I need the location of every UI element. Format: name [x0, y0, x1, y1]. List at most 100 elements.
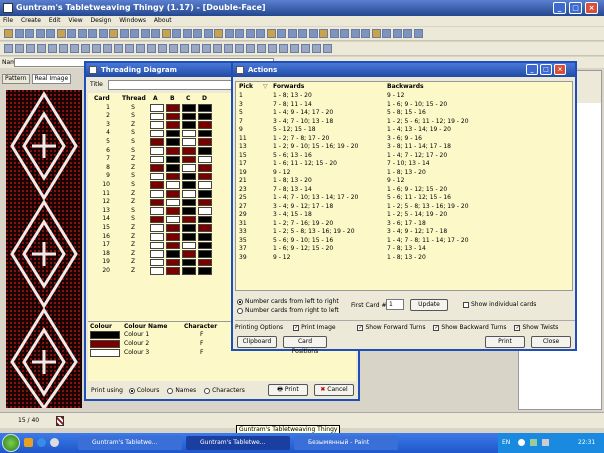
- toolbar-button-icon[interactable]: [56, 29, 66, 38]
- toolbar-button-icon[interactable]: [4, 29, 13, 38]
- thread-direction[interactable]: Z: [128, 224, 138, 233]
- toolbar-button-icon[interactable]: [48, 44, 57, 53]
- show-forward-checkbox[interactable]: ✓ Show Forward Turns: [357, 324, 425, 331]
- actions-close-x-button[interactable]: ×: [554, 64, 566, 75]
- toolbar-button-icon[interactable]: [125, 44, 134, 53]
- toolbar-button-icon[interactable]: [140, 29, 150, 38]
- hole-colour-cell[interactable]: [166, 233, 180, 241]
- hole-colour-cell[interactable]: [150, 121, 164, 129]
- toolbar-button-icon[interactable]: [70, 44, 79, 53]
- hole-colour-cell[interactable]: [198, 181, 212, 190]
- maximize-button[interactable]: □: [569, 2, 582, 14]
- toolbar-button-icon[interactable]: [246, 44, 255, 53]
- thread-direction[interactable]: Z: [128, 241, 138, 250]
- thread-direction[interactable]: Z: [128, 164, 138, 173]
- toolbar-button-icon[interactable]: [25, 29, 34, 38]
- toolbar-button-icon[interactable]: [182, 29, 192, 38]
- menu-design[interactable]: Design: [91, 17, 112, 24]
- hole-colour-cell[interactable]: [150, 181, 164, 190]
- toolbar-button-icon[interactable]: [130, 29, 139, 38]
- hole-colour-cell[interactable]: [166, 112, 180, 121]
- toolbar-button-icon[interactable]: [287, 29, 297, 38]
- toolbar-button-icon[interactable]: [203, 29, 213, 38]
- hole-colour-cell[interactable]: [198, 207, 212, 215]
- radio-names[interactable]: Names: [167, 387, 196, 394]
- toolbar-button-icon[interactable]: [14, 29, 24, 38]
- hole-colour-cell[interactable]: [198, 147, 212, 155]
- hole-colour-cell[interactable]: [198, 190, 212, 198]
- hole-colour-cell[interactable]: [198, 250, 212, 258]
- quicklaunch-browser-icon[interactable]: [37, 438, 46, 447]
- language-indicator[interactable]: EN: [502, 433, 510, 453]
- hole-colour-cell[interactable]: [198, 104, 212, 112]
- hole-colour-cell[interactable]: [166, 147, 180, 155]
- network-icon[interactable]: [530, 439, 537, 446]
- menu-view[interactable]: View: [68, 17, 82, 24]
- hole-colour-cell[interactable]: [150, 138, 164, 147]
- hole-colour-cell[interactable]: [150, 112, 164, 121]
- thread-direction[interactable]: Z: [128, 190, 138, 199]
- colour-swatch[interactable]: [90, 349, 120, 357]
- toolbar-button-icon[interactable]: [350, 29, 360, 38]
- hole-colour-cell[interactable]: [198, 258, 212, 267]
- toolbar-button-icon[interactable]: [329, 29, 339, 38]
- show-backward-checkbox[interactable]: ✓ Show Backward Turns: [433, 324, 507, 331]
- hole-colour-cell[interactable]: [166, 198, 180, 207]
- toolbar-button-icon[interactable]: [382, 29, 391, 38]
- toolbar-button-icon[interactable]: [245, 29, 255, 38]
- threading-print-button[interactable]: 🖶 Print: [268, 384, 308, 396]
- quicklaunch-folder-icon[interactable]: [24, 438, 33, 447]
- hole-colour-cell[interactable]: [150, 190, 164, 198]
- toolbar-button-icon[interactable]: [290, 44, 299, 53]
- toolbar-button-icon[interactable]: [109, 29, 118, 38]
- toolbar-button-icon[interactable]: [161, 29, 171, 38]
- thread-direction[interactable]: S: [128, 147, 138, 156]
- hole-colour-cell[interactable]: [150, 250, 164, 258]
- toolbar-button-icon[interactable]: [403, 29, 412, 38]
- toolbar-button-icon[interactable]: [158, 44, 167, 53]
- hole-colour-cell[interactable]: [150, 233, 164, 241]
- hole-colour-cell[interactable]: [198, 155, 212, 164]
- hole-colour-cell[interactable]: [198, 172, 212, 181]
- thread-direction[interactable]: Z: [128, 233, 138, 242]
- toolbar-button-icon[interactable]: [191, 44, 200, 53]
- thread-direction[interactable]: S: [128, 181, 138, 190]
- menu-create[interactable]: Create: [21, 17, 41, 24]
- hole-colour-cell[interactable]: [182, 267, 196, 275]
- start-button[interactable]: [2, 434, 20, 452]
- hole-colour-cell[interactable]: [182, 207, 196, 215]
- toolbar-button-icon[interactable]: [371, 29, 381, 38]
- hole-colour-cell[interactable]: [166, 121, 180, 129]
- toolbar-button-icon[interactable]: [77, 29, 87, 38]
- update-button[interactable]: Update: [410, 299, 448, 311]
- hole-colour-cell[interactable]: [166, 104, 180, 112]
- toolbar-button-icon[interactable]: [103, 44, 112, 53]
- hole-colour-cell[interactable]: [182, 121, 196, 129]
- toolbar-button-icon[interactable]: [298, 29, 307, 38]
- hole-colour-cell[interactable]: [166, 181, 180, 190]
- hole-colour-cell[interactable]: [182, 190, 196, 198]
- hole-colour-cell[interactable]: [198, 164, 212, 172]
- hole-colour-cell[interactable]: [182, 104, 196, 112]
- tab-real-image[interactable]: Real Image: [31, 74, 72, 84]
- toolbar-button-icon[interactable]: [180, 44, 189, 53]
- colour-swatch[interactable]: [90, 340, 120, 348]
- hole-colour-cell[interactable]: [182, 129, 196, 138]
- hole-colour-cell[interactable]: [198, 198, 212, 207]
- hole-colour-cell[interactable]: [150, 172, 164, 181]
- hole-colour-cell[interactable]: [198, 215, 212, 224]
- toolbar-button-icon[interactable]: [172, 29, 181, 38]
- hole-colour-cell[interactable]: [166, 267, 180, 275]
- toolbar-button-icon[interactable]: [266, 29, 276, 38]
- hole-colour-cell[interactable]: [166, 164, 180, 172]
- actions-maximize-button[interactable]: □: [540, 64, 552, 75]
- toolbar-button-icon[interactable]: [213, 44, 222, 53]
- hole-colour-cell[interactable]: [150, 198, 164, 207]
- toolbar-button-icon[interactable]: [4, 44, 13, 53]
- tab-pattern[interactable]: Pattern: [2, 74, 30, 84]
- thread-direction[interactable]: S: [128, 138, 138, 147]
- toolbar-button-icon[interactable]: [35, 29, 45, 38]
- close-button[interactable]: ×: [585, 2, 598, 14]
- toolbar-button-icon[interactable]: [59, 44, 68, 53]
- hole-colour-cell[interactable]: [150, 258, 164, 267]
